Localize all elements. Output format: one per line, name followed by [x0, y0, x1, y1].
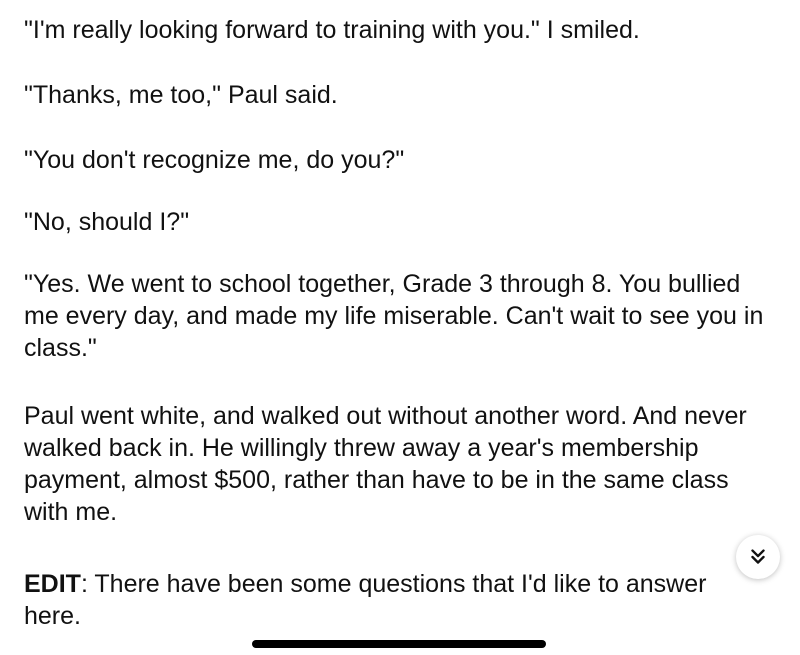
story-paragraph: "No, should I?": [24, 208, 190, 236]
home-indicator: [252, 640, 546, 648]
scroll-down-button[interactable]: [736, 535, 780, 579]
story-paragraph: "Yes. We went to school together, Grade …: [24, 270, 764, 362]
story-paragraph: "Thanks, me too," Paul said.: [24, 81, 338, 109]
edit-label: EDIT: [24, 570, 81, 598]
double-chevron-down-icon: [751, 549, 765, 564]
story-paragraph: "You don't recognize me, do you?": [24, 146, 405, 174]
edit-paragraph: EDIT: There have been some questions tha…: [24, 568, 764, 632]
story-paragraph: "I'm really looking forward to training …: [24, 16, 640, 44]
edit-text: : There have been some questions that I'…: [24, 570, 707, 630]
story-paragraph: Paul went white, and walked out without …: [24, 402, 747, 526]
